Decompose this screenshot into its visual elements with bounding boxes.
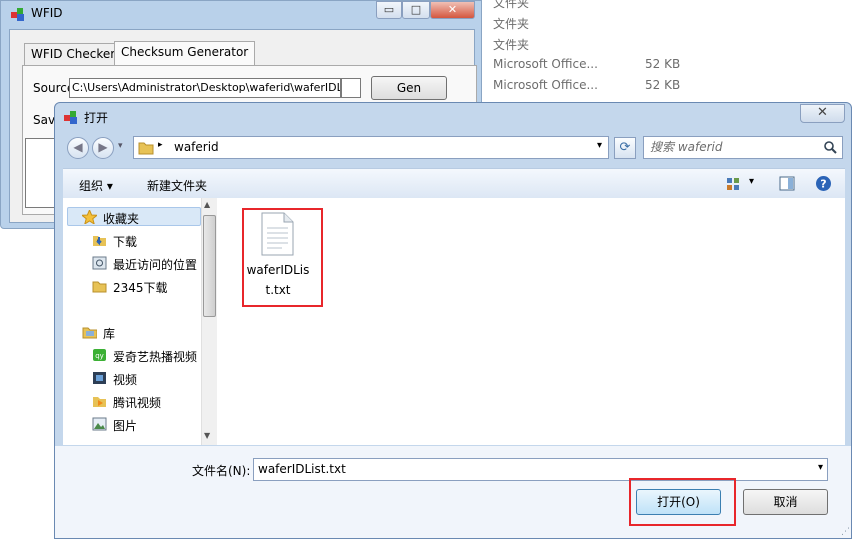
highlight-box-open (629, 478, 736, 526)
help-icon[interactable]: ? (815, 175, 832, 192)
tencent-video-icon (93, 397, 106, 407)
nav-iqiyi-videos[interactable]: 爱奇艺热播视频 (113, 348, 197, 365)
nav-pictures[interactable]: 图片 (113, 417, 137, 434)
back-button[interactable]: ◀ (67, 137, 89, 159)
bg-row-type: 文件夹 (493, 0, 530, 10)
view-options-icon[interactable] (726, 177, 740, 191)
minimize-button[interactable]: ▭ (376, 1, 402, 19)
bg-row-size: 52 KB (645, 78, 681, 92)
downloads-folder-icon (93, 236, 106, 246)
svg-text:?: ? (820, 178, 826, 191)
bg-row-type: 文件夹 (493, 38, 530, 52)
output-box[interactable] (25, 138, 55, 208)
nav-tencent-video[interactable]: 腾讯视频 (113, 394, 161, 411)
dialog-title: 打开 (84, 111, 109, 125)
nav-scrollbar[interactable]: ▲ ▼ (201, 198, 217, 445)
browse-button[interactable] (341, 78, 361, 98)
close-button[interactable]: ✕ (430, 1, 475, 19)
breadcrumb-chevron-icon: ▸ (158, 140, 163, 150)
bg-row-type: Microsoft Office... (493, 57, 598, 71)
filename-input[interactable]: waferIDList.txt ▾ (253, 458, 828, 481)
maximize-button[interactable]: □ (402, 1, 430, 19)
open-file-dialog: 打开 ✕ ◀ ▶ ▾ ▸ waferid ▾ ⟳ 搜索 waferid 组织 ▾… (54, 102, 852, 539)
folder-icon (92, 281, 107, 293)
dialog-close-button[interactable]: ✕ (800, 104, 845, 123)
bg-row-size: 52 KB (645, 57, 681, 71)
view-dropdown-icon[interactable]: ▾ (749, 176, 754, 187)
tab-wfid-checker[interactable]: WFID Checker (24, 43, 123, 65)
nav-libraries[interactable]: 库 (103, 325, 115, 342)
iqiyi-icon: qy (93, 349, 106, 361)
nav-favorites[interactable]: 收藏夹 (103, 210, 139, 227)
recent-places-icon (92, 256, 107, 270)
search-icon[interactable] (824, 141, 837, 154)
nav-downloads[interactable]: 下载 (113, 233, 137, 250)
app-icon (64, 111, 77, 124)
app-icon (11, 8, 24, 21)
gen-button[interactable]: Gen (371, 76, 447, 100)
nav-2345-downloads[interactable]: 2345下载 (113, 279, 168, 296)
scroll-up-icon[interactable]: ▲ (204, 200, 210, 209)
search-placeholder: 搜索 waferid (650, 140, 723, 154)
scroll-down-icon[interactable]: ▼ (204, 431, 210, 440)
cancel-button[interactable]: 取消 (743, 489, 828, 515)
window-title: WFID (31, 6, 63, 20)
highlight-box-file (242, 208, 323, 307)
pictures-icon (92, 417, 107, 431)
forward-button[interactable]: ▶ (92, 137, 114, 159)
organize-button[interactable]: 组织 ▾ (79, 177, 113, 194)
command-toolbar: 组织 ▾ 新建文件夹 ▾ ? (63, 168, 845, 200)
bg-row-type: 文件夹 (493, 17, 530, 31)
favorites-star-icon (82, 210, 97, 224)
bg-row-type: Microsoft Office... (493, 78, 598, 92)
search-input[interactable]: 搜索 waferid (643, 136, 843, 159)
filename-value: waferIDList.txt (258, 462, 346, 476)
filename-label: 文件名(N): (192, 464, 251, 478)
new-folder-button[interactable]: 新建文件夹 (147, 177, 207, 194)
refresh-icon[interactable]: ⟳ (614, 137, 636, 159)
navigation-pane: 收藏夹 下载 最近访问的位置 2345下载 库 qy 爱奇艺热播视频 视频 腾讯… (63, 198, 217, 445)
address-bar[interactable]: ▸ waferid ▾ (133, 136, 609, 159)
nav-videos[interactable]: 视频 (113, 371, 137, 388)
filename-dropdown-icon[interactable]: ▾ (818, 462, 823, 473)
source-input[interactable]: C:\Users\Administrator\Desktop\waferid\w… (69, 78, 341, 98)
folder-icon (138, 142, 154, 155)
svg-text:qy: qy (95, 352, 104, 360)
address-dropdown-icon[interactable]: ▾ (597, 140, 602, 151)
tab-checksum-generator[interactable]: Checksum Generator (114, 41, 256, 66)
history-dropdown-icon[interactable]: ▾ (118, 141, 123, 151)
dialog-footer: 文件名(N): waferIDList.txt ▾ 打开(O) 取消 ⋰ (55, 446, 851, 538)
scroll-thumb[interactable] (203, 215, 216, 317)
breadcrumb-waferid[interactable]: waferid (174, 140, 219, 154)
videos-icon (93, 372, 106, 384)
nav-recent-places[interactable]: 最近访问的位置 (113, 256, 197, 273)
resize-grip-icon[interactable]: ⋰ (841, 527, 850, 537)
libraries-icon (82, 327, 97, 339)
preview-pane-icon[interactable] (779, 176, 795, 191)
file-list-pane: waferIDLis t.txt (217, 198, 845, 445)
